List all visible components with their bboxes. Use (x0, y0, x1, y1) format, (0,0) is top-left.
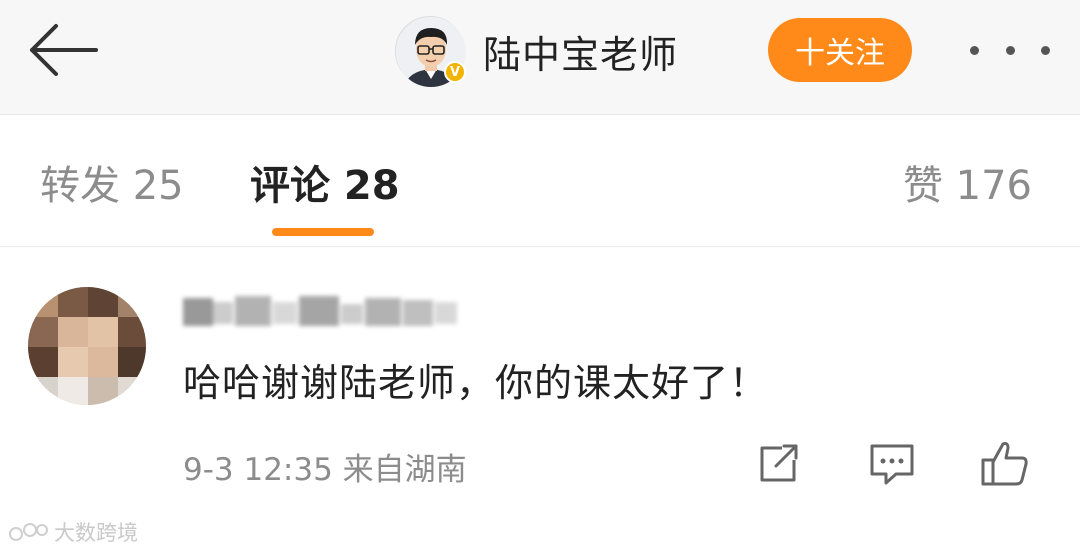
author-info[interactable]: V 陆中宝老师 (395, 16, 678, 87)
reply-icon (870, 444, 914, 485)
watermark-text: 大数跨境 (54, 521, 138, 545)
more-button[interactable] (970, 30, 1050, 70)
commenter-avatar[interactable] (28, 287, 146, 405)
author-avatar[interactable]: V (395, 16, 466, 87)
weibo-comment-page: V 陆中宝老师 十关注 转发 25 评论 28 赞 176 哈哈谢谢陆老师，你的… (0, 0, 1080, 553)
comment-meta: 9-3 12:35 来自湖南 (183, 452, 467, 488)
comment-item: 哈哈谢谢陆老师，你的课太好了！ 9-3 12:35 来自湖南 (0, 262, 1080, 553)
more-dots-icon (970, 45, 979, 55)
thumbs-up-icon (981, 442, 1028, 486)
commenter-name-blurred[interactable] (183, 292, 458, 332)
active-tab-indicator (272, 228, 374, 236)
reply-button[interactable] (862, 434, 922, 494)
top-bar: V 陆中宝老师 十关注 (0, 0, 1080, 115)
watermark: 大数跨境 (8, 518, 138, 546)
like-button[interactable] (975, 434, 1035, 494)
back-button[interactable] (22, 18, 102, 82)
tab-repost[interactable]: 转发 25 (40, 153, 184, 211)
more-dots-icon (1041, 45, 1050, 55)
author-name[interactable]: 陆中宝老师 (483, 24, 678, 79)
more-dots-icon (1005, 45, 1015, 55)
pixelated-avatar-icon (28, 287, 146, 405)
share-button[interactable] (748, 434, 808, 494)
share-icon (760, 444, 798, 482)
comment-text: 哈哈谢谢陆老师，你的课太好了！ (183, 361, 769, 405)
tab-comment[interactable]: 评论 28 (250, 153, 400, 211)
watermark-logo-icon (9, 523, 48, 541)
tab-like[interactable]: 赞 176 (903, 153, 1032, 211)
verified-badge-icon: V (444, 61, 466, 83)
blur-mask-icon (183, 296, 457, 326)
follow-button[interactable]: 十关注 (768, 18, 912, 82)
interaction-tabs: 转发 25 评论 28 赞 176 (0, 115, 1080, 247)
arrow-left-icon (30, 24, 98, 76)
